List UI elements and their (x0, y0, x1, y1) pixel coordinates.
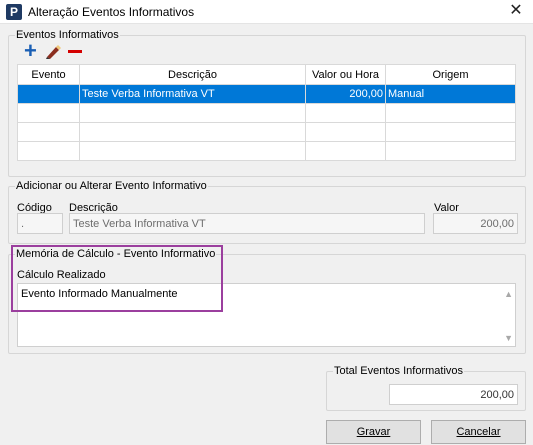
title-bar: P Alteração Eventos Informativos ✕ (0, 0, 533, 24)
column-header-descricao[interactable]: Descrição (79, 64, 306, 85)
gravar-button-label: Gravar (356, 426, 391, 438)
cancelar-button[interactable]: Cancelar (431, 420, 526, 444)
column-header-valor[interactable]: Valor ou Hora (305, 64, 386, 85)
table-row-empty[interactable] (17, 103, 516, 123)
scroll-down-icon[interactable]: ▼ (504, 333, 513, 343)
cell-origem[interactable]: Manual (385, 84, 516, 104)
column-header-evento[interactable]: Evento (17, 64, 80, 85)
cell-descricao[interactable]: Teste Verba Informativa VT (79, 84, 306, 104)
gravar-button[interactable]: Gravar (326, 420, 421, 444)
scroll-up-icon[interactable]: ▲ (504, 289, 513, 299)
table-row-empty[interactable] (17, 122, 516, 142)
app-logo-icon: P (6, 4, 22, 20)
valor-field[interactable]: 200,00 (433, 213, 518, 234)
table-row[interactable]: Teste Verba Informativa VT 200,00 Manual (17, 84, 516, 104)
window-title: Alteração Eventos Informativos (28, 5, 195, 19)
pencil-icon[interactable] (44, 44, 62, 65)
total-eventos-field[interactable]: 200,00 (389, 384, 518, 405)
codigo-field[interactable]: . (17, 213, 63, 234)
cancelar-button-label: Cancelar (456, 426, 501, 438)
cell-valor[interactable]: 200,00 (305, 84, 386, 104)
eventos-table: Evento Descrição Valor ou Hora Origem Te… (17, 64, 516, 161)
column-header-origem[interactable]: Origem (385, 64, 516, 85)
table-header-row: Evento Descrição Valor ou Hora Origem (17, 64, 516, 85)
highlight-box (11, 245, 223, 312)
minus-icon[interactable] (68, 50, 82, 53)
adicionar-alterar-legend: Adicionar ou Alterar Evento Informativo (15, 179, 208, 193)
close-button[interactable]: ✕ (499, 0, 533, 24)
table-row-empty[interactable] (17, 141, 516, 161)
descricao-field[interactable]: Teste Verba Informativa VT (69, 213, 425, 234)
cell-evento[interactable] (17, 84, 80, 104)
total-eventos-legend: Total Eventos Informativos (333, 364, 465, 378)
plus-icon[interactable]: + (24, 40, 37, 62)
